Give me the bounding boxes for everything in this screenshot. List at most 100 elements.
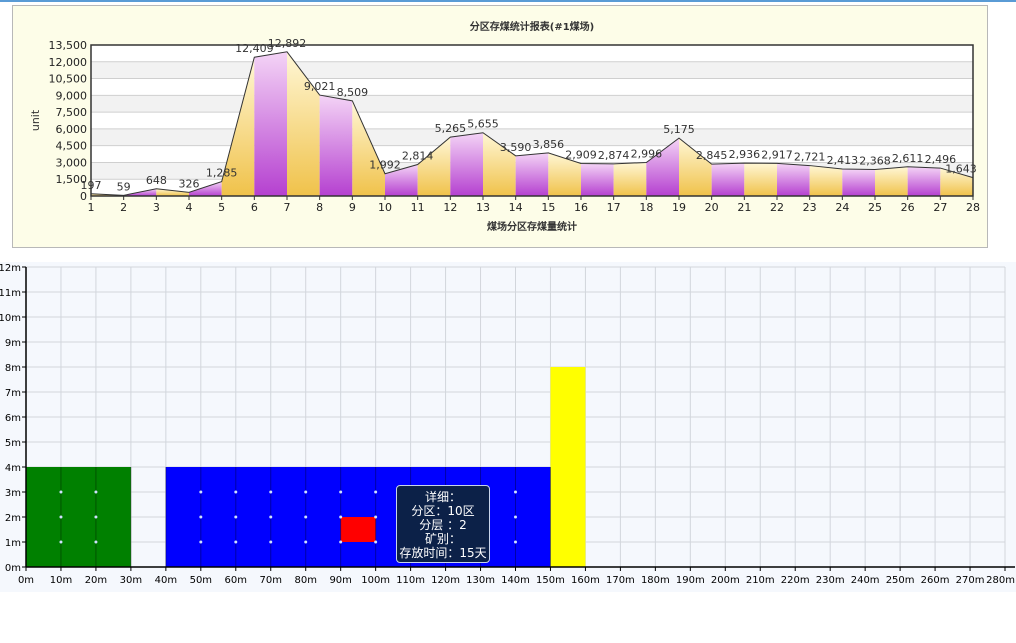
chart1-data-label: 5,655 — [467, 118, 499, 131]
chart1-area-segment — [581, 163, 614, 196]
chart2-x-tick-label: 180m — [641, 575, 670, 586]
chart2-x-tick-label: 200m — [711, 575, 740, 586]
chart1-data-label: 2,996 — [631, 147, 663, 160]
chart2-x-tick-label: 40m — [155, 575, 177, 586]
chart2-x-tick-label: 0m — [18, 575, 34, 586]
chart1-data-label: 197 — [81, 179, 102, 192]
chart1-area-segment — [907, 166, 941, 196]
chart1-area-segment — [613, 162, 647, 196]
tooltip-line-layer: 分层 ：2 — [419, 518, 467, 532]
chart2-x-tick-label: 60m — [225, 575, 247, 586]
chart2-cell-dot — [59, 515, 63, 519]
chart2-cell-dot — [234, 540, 238, 544]
chart2-x-tick-label: 210m — [746, 575, 775, 586]
chart1-x-tick-label: 25 — [868, 201, 882, 214]
chart2-x-tick-label: 260m — [921, 575, 950, 586]
chart1-area-segment — [711, 163, 745, 196]
chart1-x-tick-label: 13 — [476, 201, 490, 214]
chart2-cell-dot — [269, 540, 273, 544]
chart2-x-tick-label: 280m — [986, 575, 1015, 586]
tooltip-line-title: 详细： — [424, 490, 461, 504]
chart1-data-label: 2,909 — [565, 148, 597, 161]
chart2-x-tick-label: 220m — [781, 575, 810, 586]
chart1-data-label: 2,611 — [892, 152, 924, 165]
chart1-y-axis-label: unit — [29, 109, 42, 131]
chart1-data-label: 2,721 — [794, 151, 826, 164]
chart1-data-label: 1,992 — [369, 159, 401, 172]
chart1-data-label: 3,590 — [500, 141, 532, 154]
chart2-x-tick-label: 10m — [50, 575, 72, 586]
chart1-data-label: 1,285 — [206, 167, 238, 180]
chart1-x-tick-label: 26 — [901, 201, 915, 214]
chart1-data-label: 12,892 — [268, 37, 307, 50]
chart2-x-tick-label: 110m — [396, 575, 425, 586]
chart2-cell-dot — [374, 540, 378, 544]
chart1-area-segment — [319, 95, 353, 196]
chart1-area-segment — [842, 169, 875, 196]
chart1-area-segment — [254, 51, 287, 196]
chart2-cell-dot — [339, 515, 343, 519]
stockpile-block-chart: 0m 1m 2m 3m 4m 5m 6m 7m 8m 9m 10m 11m 12m 0m 10m 20m 30m… — [0, 262, 1016, 592]
chart2-x-tick-label: 190m — [676, 575, 705, 586]
chart1-y-tick-label: 7,500 — [56, 106, 88, 119]
chart2-y-tick-label: 5m — [5, 438, 21, 449]
chart1-grid-band — [91, 95, 973, 113]
chart1-data-label: 2,845 — [696, 149, 728, 162]
chart1-data-label: 2,874 — [598, 149, 630, 162]
chart1-x-tick-label: 11 — [411, 201, 425, 214]
top-stripe — [0, 0, 1016, 2]
chart2-x-tick-label: 150m — [536, 575, 565, 586]
tooltip-line-storage-time: 存放时间：15天 — [399, 546, 487, 560]
chart2-x-tick-label: 270m — [956, 575, 985, 586]
chart1-x-tick-label: 12 — [443, 201, 457, 214]
tooltip-line-zone: 分区：10区 — [411, 504, 475, 518]
chart1-x-tick-label: 28 — [966, 201, 980, 214]
chart1-data-label: 3,856 — [533, 138, 565, 151]
chart1-x-tick-label: 23 — [803, 201, 817, 214]
chart2-cell-dot — [304, 515, 308, 519]
chart2-cell-dot — [234, 490, 238, 494]
chart1-data-label: 8,509 — [337, 86, 369, 99]
chart2-x-tick-label: 70m — [260, 575, 282, 586]
chart1-x-tick-label: 5 — [218, 201, 225, 214]
chart2-x-tick-label: 230m — [816, 575, 845, 586]
chart2-cell-dot — [199, 490, 203, 494]
chart2-stock-block — [550, 367, 586, 567]
chart2-cell-dot — [94, 490, 98, 494]
chart1-x-tick-label: 15 — [541, 201, 555, 214]
chart2-stock-block — [26, 467, 131, 567]
chart1-area-segment — [777, 163, 810, 196]
tooltip-line-mine: 矿别： — [424, 532, 461, 546]
chart1-area-segment — [744, 163, 777, 196]
chart1-data-label: 326 — [179, 177, 200, 190]
chart2-cell-dot — [374, 515, 378, 519]
chart2-cell-dot — [374, 490, 378, 494]
chart2-y-tick-label: 1m — [5, 538, 21, 549]
chart2-x-tick-label: 30m — [120, 575, 142, 586]
chart2-cell-dot — [94, 515, 98, 519]
zone-tooltip: 详细： 分区：10区 分层 ：2 矿别： 存放时间：15天 — [396, 485, 490, 563]
chart1-area-segment — [450, 132, 483, 196]
chart2-cell-dot — [59, 540, 63, 544]
chart1-data-label: 5,175 — [663, 123, 695, 136]
chart1-x-tick-label: 18 — [639, 201, 653, 214]
chart1-data-label: 1,643 — [945, 163, 977, 176]
chart1-x-tick-label: 19 — [672, 201, 686, 214]
chart2-cell-dot — [339, 490, 343, 494]
chart1-y-tick-label: 4,500 — [56, 140, 88, 153]
chart1-x-tick-label: 21 — [737, 201, 751, 214]
chart1-title: 分区存煤统计报表(#1煤场) — [470, 20, 594, 33]
chart2-x-tick-label: 90m — [329, 575, 351, 586]
chart1-area-segment — [809, 165, 843, 196]
chart2-cell-dot — [514, 515, 517, 519]
chart1-x-tick-label: 20 — [705, 201, 719, 214]
chart2-cell-dot — [234, 515, 238, 519]
chart1-data-label: 2,917 — [761, 148, 793, 161]
chart2-y-tick-label: 11m — [0, 288, 21, 299]
chart1-x-tick-label: 10 — [378, 201, 392, 214]
chart2-cell-dot — [514, 540, 517, 544]
chart2-x-tick-label: 240m — [851, 575, 880, 586]
chart2-cell-dot — [199, 515, 203, 519]
chart2-cell-dot — [514, 490, 517, 494]
chart1-x-tick-label: 2 — [120, 201, 127, 214]
